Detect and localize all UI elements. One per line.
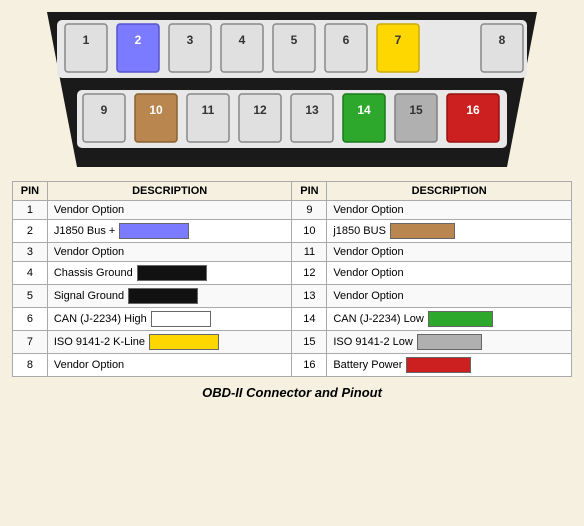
svg-text:6: 6 [343,33,350,47]
header-desc1: DESCRIPTION [47,182,292,201]
pin-num-right: 11 [292,243,327,262]
pin-num-left: 3 [13,243,48,262]
table-row: 5Signal Ground13Vendor Option [13,285,572,308]
table-row: 8Vendor Option16Battery Power [13,354,572,377]
pin-desc-right: ISO 9141-2 Low [327,331,572,354]
color-swatch [128,288,198,304]
pin-num-left: 8 [13,354,48,377]
pin-desc-left: Signal Ground [47,285,292,308]
table-row: 2J1850 Bus +10j1850 BUS [13,220,572,243]
svg-text:15: 15 [409,103,423,117]
header-pin2: PIN [292,182,327,201]
pin-num-left: 1 [13,201,48,220]
table-row: 6CAN (J-2234) High14CAN (J-2234) Low [13,308,572,331]
svg-text:3: 3 [187,33,194,47]
pin-desc-left: J1850 Bus + [47,220,292,243]
connector-diagram: 1 2 3 4 5 6 7 8 9 [0,0,584,175]
pin-num-right: 10 [292,220,327,243]
pin-desc-left: Vendor Option [47,201,292,220]
svg-text:11: 11 [202,103,215,117]
table-row: 3Vendor Option11Vendor Option [13,243,572,262]
svg-text:16: 16 [466,103,480,117]
svg-text:8: 8 [499,33,506,47]
caption: OBD-II Connector and Pinout [202,385,382,400]
pin-desc-right: Vendor Option [327,285,572,308]
pin-desc-right: CAN (J-2234) Low [327,308,572,331]
table-row: 1Vendor Option9Vendor Option [13,201,572,220]
color-swatch [406,357,471,373]
pin-desc-right: Battery Power [327,354,572,377]
table-row: 4Chassis Ground12Vendor Option [13,262,572,285]
color-swatch [149,334,219,350]
color-swatch [151,311,211,327]
color-swatch [137,265,207,281]
pin-desc-left: Vendor Option [47,354,292,377]
svg-text:14: 14 [357,103,371,117]
svg-text:9: 9 [101,103,108,117]
pin-num-right: 15 [292,331,327,354]
pin-num-right: 13 [292,285,327,308]
svg-text:10: 10 [149,103,163,117]
header-desc2: DESCRIPTION [327,182,572,201]
pin-num-left: 6 [13,308,48,331]
pin-num-right: 14 [292,308,327,331]
pin-num-right: 16 [292,354,327,377]
pin-desc-left: Vendor Option [47,243,292,262]
pinout-table: PIN DESCRIPTION PIN DESCRIPTION 1Vendor … [12,181,572,377]
connector-body-wrapper: 1 2 3 4 5 6 7 8 9 [47,12,537,167]
pin-desc-right: Vendor Option [327,243,572,262]
table-row: 7ISO 9141-2 K-Line15ISO 9141-2 Low [13,331,572,354]
svg-text:13: 13 [305,103,319,117]
pin-num-left: 4 [13,262,48,285]
svg-text:2: 2 [135,33,142,47]
pin-desc-right: Vendor Option [327,201,572,220]
connector-svg: 1 2 3 4 5 6 7 8 9 [47,12,537,167]
pin-num-right: 12 [292,262,327,285]
color-swatch [390,223,455,239]
svg-text:12: 12 [253,103,267,117]
svg-text:4: 4 [239,33,246,47]
color-swatch [119,223,189,239]
header-pin1: PIN [13,182,48,201]
color-swatch [417,334,482,350]
pin-num-left: 7 [13,331,48,354]
pin-num-left: 2 [13,220,48,243]
pin-num-right: 9 [292,201,327,220]
svg-text:1: 1 [83,33,90,47]
pin-desc-right: j1850 BUS [327,220,572,243]
pin-desc-left: CAN (J-2234) High [47,308,292,331]
pin-desc-right: Vendor Option [327,262,572,285]
pin-num-left: 5 [13,285,48,308]
pin-desc-left: ISO 9141-2 K-Line [47,331,292,354]
color-swatch [428,311,493,327]
pin-desc-left: Chassis Ground [47,262,292,285]
svg-text:7: 7 [395,33,402,47]
svg-text:5: 5 [291,33,298,47]
